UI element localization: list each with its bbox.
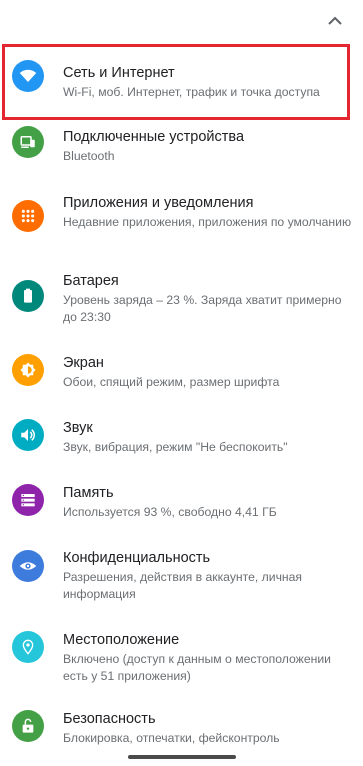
item-subtitle: Включено (доступ к данным о местоположен… [63, 652, 331, 683]
storage-icon [12, 484, 44, 516]
privacy-eye-icon [12, 550, 44, 582]
item-subtitle: Блокировка, отпечатки, фейсконтроль [63, 731, 280, 745]
collapse-up-button[interactable] [325, 10, 345, 30]
item-title: Местоположение [63, 632, 180, 648]
settings-item-network[interactable]: Сеть и Интернет Wi-Fi, моб. Интернет, тр… [0, 44, 363, 120]
settings-item-storage[interactable]: Память Используется 93 %, свободно 4,41 … [0, 472, 363, 537]
item-subtitle: Bluetooth [63, 149, 115, 163]
settings-item-apps[interactable]: Приложения и уведомления Недавние прилож… [0, 176, 363, 260]
item-subtitle: Уровень заряда – 23 %. Заряда хватит при… [63, 293, 342, 324]
item-subtitle: Разрешения, действия в аккаунте, личная … [63, 570, 303, 601]
settings-list: Сеть и Интернет Wi-Fi, моб. Интернет, тр… [0, 44, 363, 764]
gesture-navigation-bar[interactable] [128, 755, 236, 759]
display-brightness-icon [12, 354, 44, 386]
item-title: Сеть и Интернет [63, 65, 175, 81]
settings-item-sound[interactable]: Звук Звук, вибрация, режим "Не беспокоит… [0, 407, 363, 472]
item-subtitle: Wi-Fi, моб. Интернет, трафик и точка дос… [63, 85, 320, 99]
wifi-icon [12, 60, 44, 92]
apps-grid-icon [12, 200, 44, 232]
item-title: Безопасность [63, 711, 156, 727]
location-pin-icon [12, 631, 44, 663]
chevron-up-icon [328, 16, 342, 25]
item-subtitle: Используется 93 %, свободно 4,41 ГБ [63, 505, 277, 519]
item-title: Экран [63, 355, 104, 371]
item-subtitle: Обои, спящий режим, размер шрифта [63, 375, 280, 389]
settings-item-battery[interactable]: Батарея Уровень заряда – 23 %. Заряда хв… [0, 260, 363, 342]
item-title: Батарея [63, 273, 119, 289]
settings-item-connected-devices[interactable]: Подключенные устройства Bluetooth [0, 110, 363, 176]
volume-icon [12, 419, 44, 451]
item-title: Подключенные устройства [63, 129, 245, 145]
settings-item-location[interactable]: Местоположение Включено (доступ к данным… [0, 618, 363, 698]
item-title: Приложения и уведомления [63, 195, 254, 211]
item-title: Конфиденциальность [63, 550, 211, 566]
lock-open-icon [12, 710, 44, 742]
item-subtitle: Звук, вибрация, режим "Не беспокоить" [63, 440, 288, 454]
item-title: Память [63, 485, 114, 501]
settings-item-display[interactable]: Экран Обои, спящий режим, размер шрифта [0, 342, 363, 407]
battery-icon [12, 280, 44, 312]
item-title: Звук [63, 420, 93, 436]
item-subtitle: Недавние приложения, приложения по умолч… [63, 215, 352, 229]
connected-devices-icon [12, 126, 44, 158]
settings-item-privacy[interactable]: Конфиденциальность Разрешения, действия … [0, 537, 363, 618]
